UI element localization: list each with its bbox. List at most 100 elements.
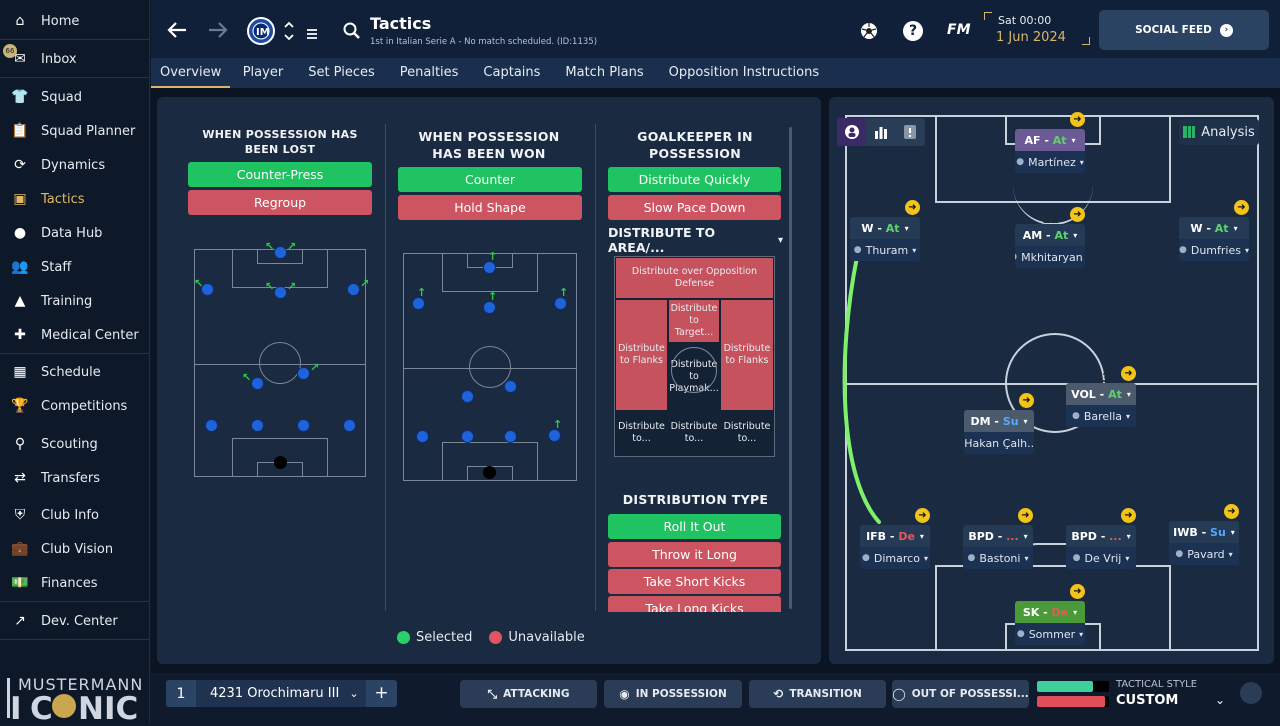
roll-it-out-button[interactable]: Roll It Out: [608, 514, 781, 539]
throw-it-long-button[interactable]: Throw it Long: [608, 542, 781, 567]
player-instruction-icon[interactable]: ➜: [1070, 112, 1085, 127]
player-card-am[interactable]: 22AM - At▾●Mkhitaryan▾➜: [1015, 207, 1085, 268]
player-card-dm[interactable]: 20DM - Su▾●Hakan Çalh...▾➜: [964, 393, 1034, 454]
tactic-slot-selector[interactable]: 1 4231 Orochimaru III ⌄: [166, 680, 397, 707]
sidebar-item-data-hub[interactable]: ● Data Hub: [0, 216, 149, 250]
analysis-button[interactable]: Analysis: [1179, 119, 1259, 145]
player-name[interactable]: ● Martínez ▾: [1015, 151, 1085, 173]
tab-set-pieces[interactable]: Set Pieces: [296, 58, 388, 88]
ball-icon[interactable]: [859, 21, 879, 41]
hold-shape-button[interactable]: Hold Shape: [398, 195, 582, 220]
player-name[interactable]: ●Hakan Çalh...▾: [964, 432, 1034, 454]
player-role[interactable]: BPD - ... ▾: [1066, 525, 1136, 547]
player-role[interactable]: IFB - De ▾: [860, 525, 930, 547]
zone-right-flank[interactable]: Distribute to Flanks: [721, 300, 773, 410]
player-card-w[interactable]: 9W - At ▾ ● Thuram ▾ ➜: [850, 200, 920, 261]
sidebar-item-club-info[interactable]: ⛨ Club Info: [0, 498, 149, 532]
zone-bottom-center[interactable]: Distribute to...: [669, 412, 719, 454]
tab-penalties[interactable]: Penalties: [387, 58, 471, 88]
tab-player[interactable]: Player: [230, 58, 295, 88]
player-instruction-icon[interactable]: ➜: [1019, 393, 1034, 408]
player-instruction-icon[interactable]: ➜: [915, 508, 930, 523]
stats-view-icon[interactable]: [866, 118, 895, 146]
sidebar-item-schedule[interactable]: ▦ Schedule: [0, 355, 149, 389]
slow-pace-down-button[interactable]: Slow Pace Down: [608, 195, 781, 220]
tab-captains[interactable]: Captains: [471, 58, 553, 88]
mode-tab-out-of-possession[interactable]: ◯ OUT OF POSSESSI...: [892, 680, 1029, 708]
player-card-af[interactable]: 10 AF - At ▾ ● Martínez ▾ ➜: [1015, 112, 1085, 173]
player-role[interactable]: DM - Su ▾: [964, 410, 1034, 432]
tab-match-plans[interactable]: Match Plans: [553, 58, 656, 88]
sidebar-item-finances[interactable]: 💵 Finances: [0, 566, 149, 600]
player-instruction-icon[interactable]: ➜: [1224, 504, 1239, 519]
player-role[interactable]: AF - At ▾: [1015, 129, 1085, 151]
sidebar-item-medical-center[interactable]: ✚ Medical Center: [0, 318, 149, 352]
zone-bottom-left[interactable]: Distribute to...: [616, 412, 667, 454]
sidebar-item-dev-center[interactable]: ↗ Dev. Center: [0, 604, 149, 638]
zone-target-man[interactable]: Distribute to Target...: [669, 300, 719, 342]
player-instruction-icon[interactable]: ➜: [1121, 366, 1136, 381]
sidebar-item-training[interactable]: ▲ Training: [0, 284, 149, 318]
gk-scroll-area[interactable]: GOALKEEPER IN POSSESSION Distribute Quic…: [597, 124, 793, 612]
info-view-icon[interactable]: [895, 118, 924, 146]
player-card-vol[interactable]: 23 VOL - At ▾ ● Barella ▾ ➜: [1066, 366, 1136, 427]
chevron-down-icon[interactable]: ⌄: [1215, 693, 1225, 707]
zone-bottom-right[interactable]: Distribute to...: [721, 412, 773, 454]
club-switch-icon[interactable]: [283, 20, 295, 42]
player-name[interactable]: ● Thuram ▾: [850, 239, 920, 261]
player-name[interactable]: ● Pavard ▾: [1169, 543, 1239, 565]
sidebar-item-staff[interactable]: 👥 Staff: [0, 250, 149, 284]
player-role[interactable]: VOL - At ▾: [1066, 383, 1136, 405]
player-card-bpd[interactable]: 6 BPD - ... ▾ ● De Vrij ▾ ➜: [1066, 508, 1136, 569]
player-role[interactable]: IWB - Su ▾: [1169, 521, 1239, 543]
social-feed-button[interactable]: SOCIAL FEED ›: [1099, 10, 1269, 50]
player-view-icon[interactable]: [837, 118, 866, 146]
take-short-kicks-button[interactable]: Take Short Kicks: [608, 569, 781, 594]
counter-button[interactable]: Counter: [398, 167, 582, 192]
tab-opposition-instructions[interactable]: Opposition Instructions: [656, 58, 831, 88]
player-instruction-icon[interactable]: ➜: [1121, 508, 1136, 523]
player-role[interactable]: BPD - ... ▾: [963, 525, 1033, 547]
player-instruction-icon[interactable]: ➜: [1018, 508, 1033, 523]
player-card-bpd[interactable]: 95 BPD - ... ▾ ● Bastoni ▾ ➜: [963, 508, 1033, 569]
player-card-iwb[interactable]: 28 IWB - Su ▾ ● Pavard ▾ ➜: [1169, 504, 1239, 565]
mode-tab-transition[interactable]: ⟲ TRANSITION: [749, 680, 886, 708]
player-name[interactable]: ● Bastoni ▾: [963, 547, 1033, 569]
player-name[interactable]: ● Barella ▾: [1066, 405, 1136, 427]
player-card-ifb[interactable]: 32 IFB - De ▾ ● Dimarco ▾ ➜: [860, 508, 930, 569]
chart-round-icon[interactable]: [1240, 682, 1262, 704]
player-name[interactable]: ● Dumfries ▾: [1179, 239, 1249, 261]
club-crest-icon[interactable]: IM: [247, 17, 275, 45]
tab-overview[interactable]: Overview: [151, 58, 231, 88]
player-role[interactable]: AM - At ▾: [1015, 224, 1085, 246]
zone-over-defense[interactable]: Distribute over Opposition Defense: [616, 258, 773, 298]
player-instruction-icon[interactable]: ➜: [1234, 200, 1249, 215]
add-tactic-button[interactable]: +: [366, 680, 397, 707]
player-name[interactable]: ● Dimarco ▾: [860, 547, 930, 569]
player-card-sk[interactable]: 1 SK - De ▾ ● Sommer ▾ ➜: [1015, 584, 1085, 645]
player-instruction-icon[interactable]: ➜: [1070, 584, 1085, 599]
player-name[interactable]: ● De Vrij ▾: [1066, 547, 1136, 569]
search-icon[interactable]: [342, 21, 362, 41]
zone-left-flank[interactable]: Distribute to Flanks: [616, 300, 667, 410]
player-instruction-icon[interactable]: ➜: [905, 200, 920, 215]
sidebar-item-club-vision[interactable]: 💼 Club Vision: [0, 532, 149, 566]
take-long-kicks-button[interactable]: Take Long Kicks: [608, 596, 781, 612]
mode-tab-in-possession[interactable]: ◉ IN POSSESSION: [604, 680, 742, 708]
counter-press-button[interactable]: Counter-Press: [188, 162, 372, 187]
player-role[interactable]: SK - De ▾: [1015, 601, 1085, 623]
help-icon[interactable]: ?: [903, 21, 923, 41]
fm-button[interactable]: FM: [947, 22, 971, 38]
sidebar-item-inbox[interactable]: ✉ Inbox: [0, 42, 149, 76]
sidebar-item-competitions[interactable]: 🏆 Competitions: [0, 389, 149, 423]
tactical-style-value[interactable]: CUSTOM: [1116, 693, 1178, 708]
player-name[interactable]: ● Sommer ▾: [1015, 623, 1085, 645]
player-instruction-icon[interactable]: ➜: [1070, 207, 1085, 222]
menu-icon[interactable]: [306, 25, 318, 39]
player-name[interactable]: ●Mkhitaryan▾: [1015, 246, 1085, 268]
player-role[interactable]: W - At ▾: [1179, 217, 1249, 239]
distribute-area-dropdown[interactable]: DISTRIBUTE TO AREA/... ▾: [608, 225, 783, 255]
distribute-quickly-button[interactable]: Distribute Quickly: [608, 167, 781, 192]
back-arrow-icon[interactable]: [166, 20, 188, 40]
player-role[interactable]: W - At ▾: [850, 217, 920, 239]
